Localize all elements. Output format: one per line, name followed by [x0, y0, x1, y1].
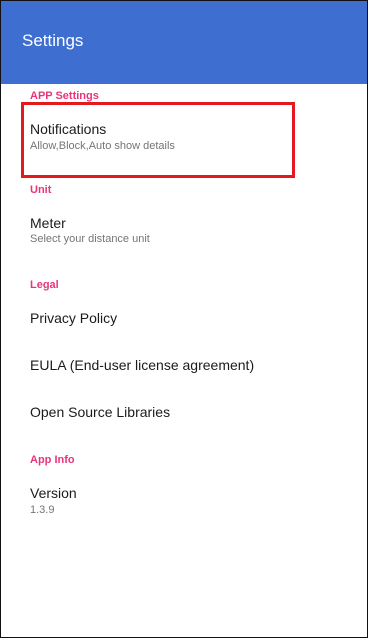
version-preference[interactable]: Version 1.3.9 — [1, 475, 367, 523]
section-header-app-info: App Info — [30, 454, 75, 466]
app-bar: Settings — [1, 1, 367, 84]
section-header-app-settings: APP Settings — [30, 90, 99, 102]
meter-summary: Select your distance unit — [30, 233, 150, 245]
meter-preference[interactable]: Meter Select your distance unit — [1, 205, 367, 253]
eula-title: EULA (End-user license agreement) — [30, 357, 255, 373]
open-source-libraries-item[interactable]: Open Source Libraries — [1, 390, 367, 432]
section-header-legal: Legal — [30, 279, 59, 291]
highlight-box — [21, 102, 295, 178]
eula-item[interactable]: EULA (End-user license agreement) — [1, 343, 367, 385]
privacy-policy-item[interactable]: Privacy Policy — [1, 297, 367, 339]
page-title: Settings — [22, 31, 84, 50]
version-value: 1.3.9 — [30, 504, 55, 516]
privacy-policy-title: Privacy Policy — [30, 310, 118, 326]
open-source-libraries-title: Open Source Libraries — [30, 404, 171, 420]
screen: Settings APP Settings Notifications Allo… — [0, 0, 368, 638]
section-header-unit: Unit — [30, 184, 52, 196]
meter-title: Meter — [30, 215, 66, 231]
version-title: Version — [30, 485, 77, 501]
